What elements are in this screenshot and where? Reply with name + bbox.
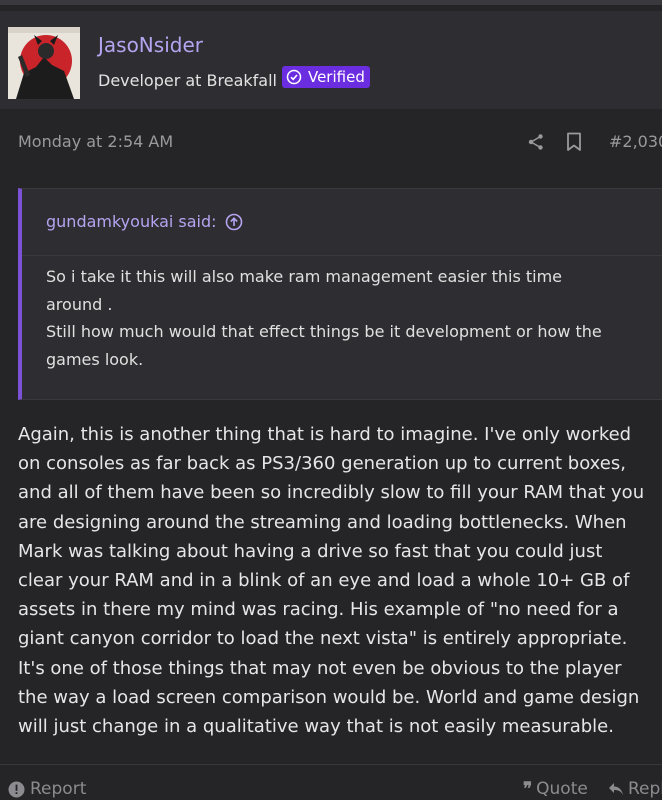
quote-label[interactable]: Quote <box>536 779 588 799</box>
verified-badge: Verified <box>281 66 370 88</box>
reply-label[interactable]: Reply <box>628 779 662 799</box>
post-body: Again, this is another thing that is har… <box>18 420 662 741</box>
post-body-line: will just change in a qualitative way th… <box>18 716 614 738</box>
post-body-line: assets in there my mind was racing. His … <box>18 599 619 621</box>
verified-label: Verified <box>307 68 365 86</box>
check-badge-icon <box>286 69 302 85</box>
post-body-line: clear your RAM and in a blink of an eye … <box>18 570 630 592</box>
reply-icon <box>608 782 624 796</box>
user-title: Developer at Breakfall Verified <box>98 66 370 90</box>
post-body-line: and all of them have been so incredibly … <box>18 482 645 504</box>
quote-author[interactable]: gundamkyoukai said: <box>46 212 243 231</box>
quote-line: So i take it this will also make ram man… <box>46 267 563 314</box>
post-body-line: on consoles as far back as PS3/360 gener… <box>18 453 626 475</box>
share-icon[interactable] <box>527 133 545 155</box>
user-header: JasoNsider Developer at Breakfall Verifi… <box>0 11 662 109</box>
post-meta: Monday at 2:54 AM #2,030 <box>0 120 662 164</box>
post-body-line: the way a load screen comparison would b… <box>18 686 640 708</box>
post-body-line: Again, this is another thing that is har… <box>18 424 632 445</box>
post-number[interactable]: #2,030 <box>609 132 662 151</box>
username[interactable]: JasoNsider <box>98 33 203 57</box>
quote-line: Still how much would that effect things … <box>46 322 602 369</box>
top-divider <box>0 0 662 5</box>
report-link[interactable]: Report <box>8 779 86 799</box>
quote-block: gundamkyoukai said: So i take it this wi… <box>18 188 662 400</box>
avatar[interactable] <box>8 27 80 99</box>
post-body-line: giant canyon corridor to load the next v… <box>18 628 628 650</box>
post-body-line: It's one of those things that may not ev… <box>18 657 622 679</box>
quote-divider <box>22 255 662 256</box>
post-body-line: are designing around the streaming and l… <box>18 511 627 533</box>
reply-button[interactable]: Reply <box>608 779 662 799</box>
user-title-text: Developer at Breakfall <box>98 71 277 90</box>
bookmark-icon[interactable] <box>566 132 582 156</box>
quote-text: So i take it this will also make ram man… <box>46 263 616 373</box>
alert-circle-icon <box>8 781 25 798</box>
arrow-up-circle-icon[interactable] <box>225 213 243 231</box>
quote-icon: ❞ <box>523 779 533 799</box>
footer-divider <box>0 764 662 765</box>
report-label[interactable]: Report <box>30 779 86 799</box>
post-body-line: Mark was talking about having a drive so… <box>18 540 603 562</box>
quote-author-label[interactable]: gundamkyoukai said: <box>46 212 217 231</box>
post-date[interactable]: Monday at 2:54 AM <box>18 132 173 151</box>
quote-button[interactable]: ❞ Quote <box>523 779 588 799</box>
